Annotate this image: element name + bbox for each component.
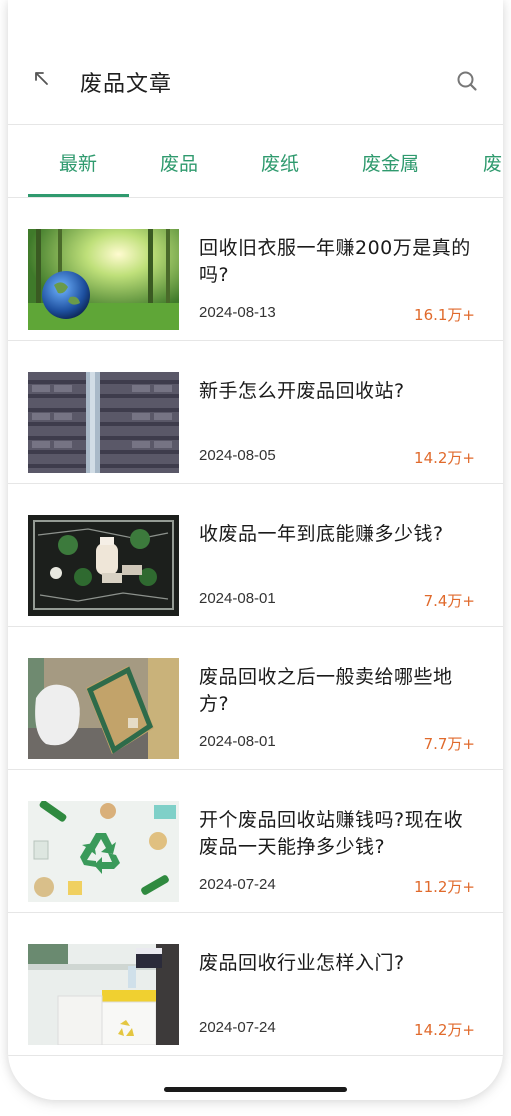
article-date: 2024-08-01 [199, 733, 276, 750]
sorting-bins-image [28, 944, 179, 1045]
plastic-bottles-image [28, 515, 179, 616]
article-title: 回收旧衣服一年赚200万是真的吗? [199, 237, 471, 286]
article-date: 2024-07-24 [199, 876, 276, 893]
article-title: 收废品一年到底能赚多少钱? [199, 523, 444, 545]
category-tabs: 最新 废品 废纸 废金属 废 [8, 125, 503, 198]
tab-more[interactable]: 废 [483, 149, 502, 176]
view-count: 7.4万+ [423, 592, 475, 610]
tab-waste[interactable]: 废品 [160, 149, 198, 176]
view-count: 14.2万+ [414, 449, 475, 467]
article-date: 2024-07-24 [199, 1019, 276, 1036]
list-item[interactable]: 开个废品回收站赚钱吗?现在收废品一天能挣多少钱? 2024-07-24 11.2… [8, 770, 503, 913]
article-title: 废品回收之后一般卖给哪些地方? [199, 666, 453, 715]
article-title: 废品回收行业怎样入门? [199, 952, 405, 974]
list-item[interactable]: 废品回收行业怎样入门? 2024-07-24 14.2万+ [8, 913, 503, 1056]
arrow-up-left-icon[interactable] [33, 70, 51, 88]
view-count: 11.2万+ [414, 878, 475, 896]
list-item[interactable]: 收废品一年到底能赚多少钱? 2024-08-01 7.4万+ [8, 484, 503, 627]
article-date: 2024-08-13 [199, 304, 276, 321]
article-title: 开个废品回收站赚钱吗?现在收废品一天能挣多少钱? [199, 809, 464, 858]
phone-screen: 废品文章 最新 废品 废纸 废金属 废 回收旧衣服一年赚200万是真的吗? 20… [8, 0, 503, 1100]
article-date: 2024-08-01 [199, 590, 276, 607]
view-count: 16.1万+ [414, 306, 475, 324]
page-title: 废品文章 [80, 72, 173, 97]
top-bar: 废品文章 [8, 0, 503, 125]
recycling-bags-image [28, 658, 179, 759]
active-tab-indicator [28, 194, 129, 197]
home-indicator[interactable] [164, 1087, 347, 1092]
article-date: 2024-08-05 [199, 447, 276, 464]
earth-in-forest-image [28, 229, 179, 330]
list-item[interactable]: 废品回收之后一般卖给哪些地方? 2024-08-01 7.7万+ [8, 627, 503, 770]
list-item[interactable]: 回收旧衣服一年赚200万是真的吗? 2024-08-13 16.1万+ [8, 198, 503, 341]
view-count: 14.2万+ [414, 1021, 475, 1039]
search-icon[interactable] [456, 70, 478, 92]
article-title: 新手怎么开废品回收站? [199, 380, 405, 402]
tab-scrap-metal[interactable]: 废金属 [362, 149, 419, 176]
view-count: 7.7万+ [423, 735, 475, 753]
recycle-symbol-image [28, 801, 179, 902]
list-item[interactable]: 新手怎么开废品回收站? 2024-08-05 14.2万+ [8, 341, 503, 484]
tab-waste-paper[interactable]: 废纸 [261, 149, 299, 176]
tab-latest[interactable]: 最新 [59, 149, 97, 176]
building-facade-image [28, 372, 179, 473]
